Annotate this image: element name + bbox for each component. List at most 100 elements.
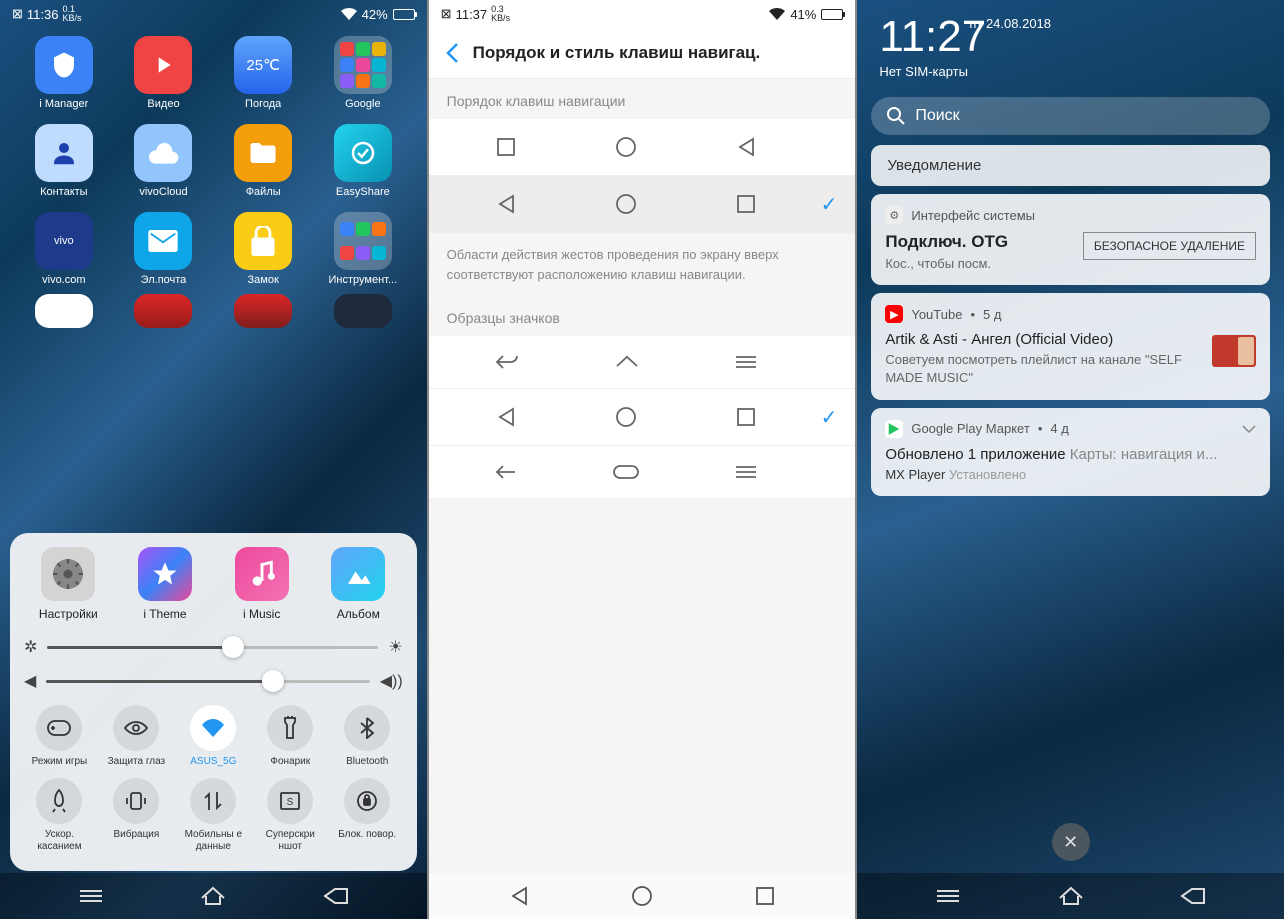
nav-home-icon[interactable]: [200, 886, 226, 906]
wifi-icon: [341, 8, 357, 20]
toggle-screenshot[interactable]: SСуперскри ншот: [255, 778, 326, 853]
brightness-slider[interactable]: ✲ ☀: [24, 637, 403, 657]
sim-status: Нет SIM-карты: [879, 64, 1262, 79]
cp-app-itheme[interactable]: i Theme: [121, 547, 210, 621]
nav-bar: [0, 873, 427, 919]
svg-text:S: S: [287, 797, 294, 808]
nav-back-icon[interactable]: [510, 886, 528, 906]
network-speed: 0.1KB/s: [62, 5, 81, 23]
volume-low-icon: ◀: [24, 671, 36, 691]
play-store-icon: [885, 420, 903, 438]
icon-sample-3[interactable]: [429, 446, 856, 499]
circle-icon: [616, 407, 636, 427]
app-google-folder[interactable]: Google: [317, 36, 409, 110]
lock-date: пт 24.08.2018: [969, 16, 1051, 31]
brightness-low-icon: ✲: [24, 637, 37, 657]
nav-home-icon[interactable]: [1058, 886, 1084, 906]
app-video[interactable]: Видео: [118, 36, 210, 110]
youtube-icon: ▶: [885, 305, 903, 323]
app-contacts[interactable]: Контакты: [18, 124, 110, 198]
home-u-icon: [615, 354, 639, 370]
square-icon: [737, 195, 755, 213]
app-partial-3[interactable]: [217, 294, 309, 328]
back-button[interactable]: [445, 42, 459, 64]
battery-icon: [821, 9, 843, 20]
toggle-vibration[interactable]: Вибрация: [101, 778, 172, 853]
notification-system-ui[interactable]: ⚙ Интерфейс системы БЕЗОПАСНОЕ УДАЛЕНИЕ …: [871, 194, 1270, 285]
check-icon: ✓: [821, 192, 838, 217]
app-vivo-com[interactable]: vivovivo.com: [18, 212, 110, 286]
alarm-icon: ⊠: [441, 6, 452, 22]
notification-youtube[interactable]: ▶ YouTube • 5 д Artik & Asti - Ангел (Of…: [871, 293, 1270, 399]
status-bar: ⊠ 11:36 0.1KB/s 42%: [0, 0, 427, 28]
app-weather[interactable]: 25℃Погода: [217, 36, 309, 110]
icon-sample-1[interactable]: [429, 336, 856, 389]
section-icon-samples: Образцы значков: [429, 296, 856, 336]
settings-title: Порядок и стиль клавиш навигац.: [473, 43, 761, 63]
battery-pct: 42%: [362, 7, 388, 22]
nav-back-icon[interactable]: [323, 887, 349, 905]
nav-recents-icon[interactable]: [78, 887, 104, 905]
icon-sample-2[interactable]: ✓: [429, 389, 856, 446]
alarm-icon: ⊠: [12, 6, 23, 22]
notif-title: Artik & Asti - Ангел (Official Video): [885, 331, 1256, 348]
section-nav-order: Порядок клавиш навигации: [429, 79, 856, 119]
notif-app-name: Интерфейс системы: [911, 208, 1035, 223]
cp-app-imusic[interactable]: i Music: [217, 547, 306, 621]
battery-icon: [393, 9, 415, 20]
phone-settings-screen: ⊠ 11:37 0.3KB/s 41% Порядок и стиль клав…: [429, 0, 856, 919]
wifi-icon: [769, 8, 785, 20]
status-bar: ⊠ 11:37 0.3KB/s 41%: [429, 0, 856, 28]
nav-back-icon[interactable]: [1180, 887, 1206, 905]
settings-header: Порядок и стиль клавиш навигац.: [429, 28, 856, 79]
partial-app-row: [0, 294, 427, 336]
notification-play-store[interactable]: Google Play Маркет • 4 д Обновлено 1 при…: [871, 408, 1270, 496]
toggle-bluetooth[interactable]: Bluetooth: [332, 705, 403, 768]
square-icon: [737, 408, 755, 426]
nav-order-option-2[interactable]: ✓: [429, 176, 856, 233]
expand-icon[interactable]: [1242, 425, 1256, 433]
volume-slider[interactable]: ◀ ◀)): [24, 671, 403, 691]
cp-app-album[interactable]: Альбом: [314, 547, 403, 621]
app-partial-4[interactable]: [317, 294, 409, 328]
toggle-rotation-lock[interactable]: Блок. повор.: [332, 778, 403, 853]
app-files[interactable]: Файлы: [217, 124, 309, 198]
toggle-flashlight[interactable]: Фонарик: [255, 705, 326, 768]
nav-bar: [857, 873, 1284, 919]
home-app-grid: i Manager Видео 25℃Погода Google Контакт…: [0, 28, 427, 294]
toggle-wifi[interactable]: ASUS_5G: [178, 705, 249, 768]
search-bar[interactable]: Поиск: [871, 97, 1270, 135]
app-email[interactable]: Эл.почта: [118, 212, 210, 286]
safe-remove-button[interactable]: БЕЗОПАСНОЕ УДАЛЕНИЕ: [1083, 232, 1256, 260]
toggle-game-mode[interactable]: Режим игры: [24, 705, 95, 768]
nav-recents-icon[interactable]: [935, 887, 961, 905]
toggle-eye-protection[interactable]: Защита глаз: [101, 705, 172, 768]
toggle-touch-boost[interactable]: Ускор. касанием: [24, 778, 95, 853]
status-time: 11:37: [456, 7, 488, 22]
app-partial-1[interactable]: [18, 294, 110, 328]
description-text: Области действия жестов проведения по эк…: [429, 233, 856, 296]
clear-notifications-button[interactable]: ✕: [1052, 823, 1090, 861]
phone-lock-screen: пт 24.08.2018 11:27 Нет SIM-карты Поиск …: [857, 0, 1284, 919]
lock-time: 11:27: [879, 12, 1262, 62]
notification-section-header: Уведомление: [871, 145, 1270, 186]
app-tools-folder[interactable]: Инструмент...: [317, 212, 409, 286]
notif-app-name: Google Play Маркет: [911, 421, 1029, 436]
triangle-left-icon: [497, 407, 515, 427]
battery-pct: 41%: [790, 7, 816, 22]
app-partial-2[interactable]: [118, 294, 210, 328]
menu-lines-icon: [735, 355, 757, 369]
nav-order-option-1[interactable]: [429, 119, 856, 176]
check-icon: ✓: [821, 405, 838, 430]
nav-recents-icon[interactable]: [756, 887, 774, 905]
square-icon: [497, 138, 515, 156]
toggle-mobile-data[interactable]: Мобильны е данные: [178, 778, 249, 853]
app-vivocloud[interactable]: vivoCloud: [118, 124, 210, 198]
app-easyshare[interactable]: EasyShare: [317, 124, 409, 198]
arrow-left-icon: [495, 464, 517, 480]
app-i-manager[interactable]: i Manager: [18, 36, 110, 110]
nav-home-icon[interactable]: [632, 886, 652, 906]
cp-app-settings[interactable]: Настройки: [24, 547, 113, 621]
app-lock[interactable]: Замок: [217, 212, 309, 286]
system-ui-icon: ⚙: [885, 206, 903, 224]
